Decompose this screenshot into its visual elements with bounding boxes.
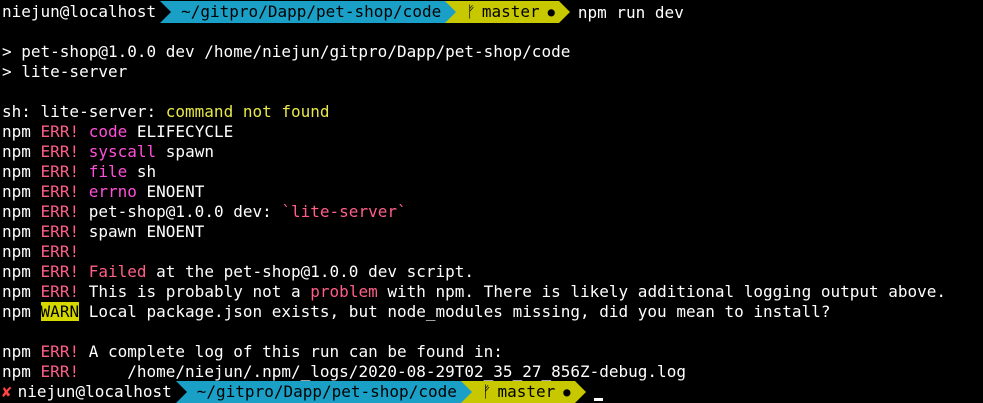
problem-word: problem <box>310 282 378 301</box>
failed-message: at the pet-shop@1.0.0 dev script. <box>146 262 475 281</box>
script-header-line: > pet-shop@1.0.0 dev /home/niejun/gitpro… <box>2 42 571 61</box>
git-branch-name: master <box>497 382 556 401</box>
powerline-separator <box>175 381 187 403</box>
script-command-line: > lite-server <box>2 62 128 81</box>
log-value: spawn ENOENT <box>88 222 205 241</box>
npm-prefix: npm <box>2 182 31 201</box>
prompt-user-host: niejun@localhost <box>0 1 161 23</box>
terminal-window[interactable]: niejun@localhost ~/gitpro/Dapp/pet-shop/… <box>0 0 983 403</box>
failed-word: Failed <box>88 262 147 281</box>
prompt-git-segment: ᚠ master ● <box>471 381 575 403</box>
git-branch-name: master <box>481 2 540 21</box>
dirty-dot-icon: ● <box>563 385 571 399</box>
npm-log-line: npm ERR! syscall spawn <box>2 142 214 162</box>
err-tag: ERR! <box>40 142 80 161</box>
prompt-directory: ~/gitpro/Dapp/pet-shop/code <box>171 1 446 23</box>
prompt-directory: ~/gitpro/Dapp/pet-shop/code <box>186 381 461 403</box>
git-branch-icon: ᚠ <box>481 382 492 401</box>
log-key: file <box>88 162 128 181</box>
sh-error-prefix: sh: lite-server: <box>2 102 166 121</box>
npm-log-line: npm ERR! pet-shop@1.0.0 dev: `lite-serve… <box>2 202 407 222</box>
sh-error-line: sh: lite-server: command not found <box>2 102 330 122</box>
powerline-separator <box>558 1 570 23</box>
powerline-separator <box>445 1 457 23</box>
err-tag: ERR! <box>40 162 80 181</box>
npm-prefix: npm <box>2 162 31 181</box>
package-script-label: pet-shop@1.0.0 dev: <box>88 202 282 221</box>
log-value: ENOENT <box>146 182 205 201</box>
err-tag: ERR! <box>40 122 80 141</box>
npm-log-line: npm ERR! errno ENOENT <box>2 182 204 202</box>
npm-log-line: npm ERR! This is probably not a problem … <box>2 282 946 302</box>
npm-log-line: npm ERR! spawn ENOENT <box>2 222 204 242</box>
problem-prefix: This is probably not a <box>88 282 311 301</box>
prompt-line: niejun@localhost ~/gitpro/Dapp/pet-shop/… <box>0 1 684 23</box>
err-tag: ERR! <box>40 282 80 301</box>
log-key: syscall <box>88 142 157 161</box>
warn-tag: WARN <box>40 302 80 321</box>
package-script-command: `lite-server` <box>281 202 407 221</box>
err-tag: ERR! <box>40 342 80 361</box>
problem-suffix: with npm. There is likely additional log… <box>377 282 947 301</box>
prompt-git-segment: ᚠ master ● <box>456 1 559 23</box>
dirty-dot-icon: ● <box>547 5 555 19</box>
log-key: code <box>88 122 128 141</box>
log-location-message: A complete log of this run can be found … <box>88 342 503 361</box>
npm-prefix: npm <box>2 222 31 241</box>
npm-prefix: npm <box>2 242 31 261</box>
cross-icon: ✘ <box>2 382 12 401</box>
powerline-separator <box>460 381 472 403</box>
powerline-separator <box>160 1 172 23</box>
npm-log-line: npm ERR! /home/niejun/.npm/_logs/2020-08… <box>2 362 686 382</box>
npm-prefix: npm <box>2 202 31 221</box>
npm-prefix: npm <box>2 302 31 321</box>
npm-prefix: npm <box>2 362 31 381</box>
err-tag: ERR! <box>40 222 80 241</box>
npm-prefix: npm <box>2 142 31 161</box>
powerline-separator <box>574 381 586 403</box>
npm-prefix: npm <box>2 342 31 361</box>
npm-warn-line: npm WARN Local package.json exists, but … <box>2 302 830 322</box>
entered-command: npm run dev <box>577 2 684 22</box>
npm-log-line: npm ERR! A complete log of this run can … <box>2 342 503 362</box>
prompt-user-segment: ✘ niejun@localhost <box>0 381 176 403</box>
git-branch-icon: ᚠ <box>466 2 476 21</box>
npm-prefix: npm <box>2 122 31 141</box>
log-key: errno <box>88 182 137 201</box>
npm-log-line: npm ERR! Failed at the pet-shop@1.0.0 de… <box>2 262 474 282</box>
prompt-user-host: niejun@localhost <box>17 382 172 401</box>
text-cursor[interactable] <box>593 397 603 401</box>
log-value: sh <box>136 162 157 181</box>
err-tag: ERR! <box>40 182 80 201</box>
log-value: ELIFECYCLE <box>136 122 234 141</box>
err-tag: ERR! <box>40 202 80 221</box>
npm-log-line: npm ERR! <box>2 242 79 262</box>
err-tag: ERR! <box>40 262 80 281</box>
err-tag: ERR! <box>40 242 80 261</box>
log-file-path: /home/niejun/.npm/_logs/2020-08-29T02_35… <box>88 362 686 381</box>
npm-prefix: npm <box>2 282 31 301</box>
prompt-line: ✘ niejun@localhost ~/gitpro/Dapp/pet-sho… <box>0 381 603 403</box>
sh-error-message: command not found <box>165 102 330 121</box>
warn-message: Local package.json exists, but node_modu… <box>88 302 831 321</box>
npm-log-line: npm ERR! code ELIFECYCLE <box>2 122 233 142</box>
npm-prefix: npm <box>2 262 31 281</box>
npm-log-line: npm ERR! file sh <box>2 162 156 182</box>
log-value: spawn <box>165 142 214 161</box>
err-tag: ERR! <box>40 362 80 381</box>
